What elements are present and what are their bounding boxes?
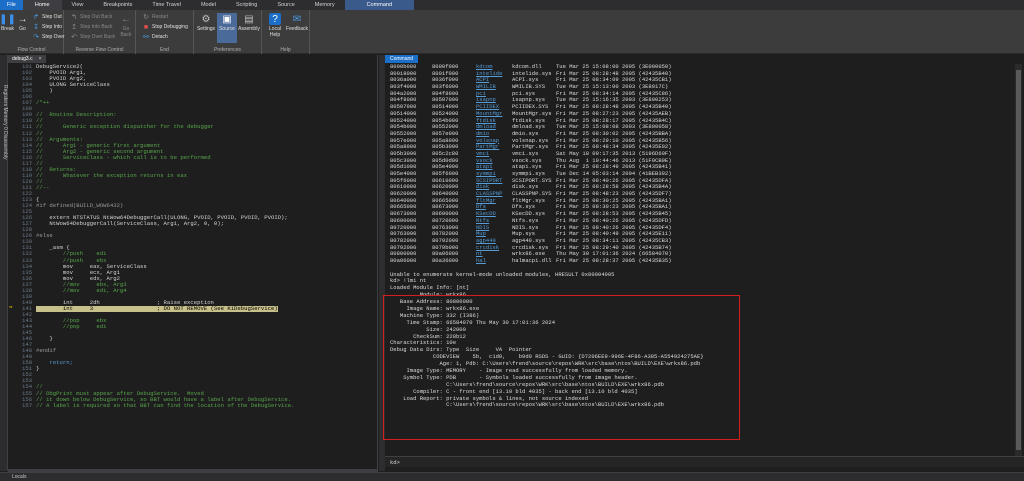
current-instruction-arrow-icon: ➡	[9, 303, 13, 311]
detach-icon: ⚯	[143, 34, 149, 41]
source-button[interactable]: ▣ Source	[217, 13, 237, 43]
close-icon[interactable]: ×	[39, 56, 42, 62]
tab-memory[interactable]: Memory	[305, 0, 345, 10]
source-tab-label: debug3.c	[12, 56, 33, 62]
stop-debugging-button[interactable]: ■ Stop Debugging	[142, 23, 188, 32]
step-into-back-button[interactable]: ↥ Step Into Back	[70, 23, 112, 32]
source-code-text: // A label is required so that BBT can f…	[36, 401, 295, 409]
group-end: ↻ Restart ■ Stop Debugging ⚯ Detach End	[136, 10, 194, 54]
reverse-flow-label: Reverse Flow Control	[75, 47, 124, 53]
ribbon: ❚❚ Break → Go ↱ Step Out ↧ Step Into ↷ Step…	[0, 10, 1024, 54]
tab-home[interactable]: Home	[22, 0, 62, 10]
module-image: halmacpi.dll	[512, 256, 552, 264]
command-output-line: Unable to enumerate kernel-mode unloaded…	[390, 270, 615, 278]
go-arrow-icon: →	[17, 13, 28, 25]
step-over-back-button[interactable]: ↶ Step Over Back	[70, 33, 115, 42]
help-icon: ?	[269, 13, 281, 25]
local-help-button[interactable]: ? Local Help	[265, 13, 285, 38]
assembly-button[interactable]: ▤ Assembly	[238, 13, 260, 33]
source-line[interactable]: 157// A label is required so that BBT ca…	[8, 401, 378, 409]
command-prompt: kd>	[390, 459, 400, 466]
step-out-icon: ↱	[33, 14, 39, 21]
scrollbar-thumb[interactable]	[1016, 70, 1021, 450]
tab-source[interactable]: Source	[267, 0, 304, 10]
command-output-line: Loaded Module Info: [nt]	[390, 284, 470, 292]
tab-breakpoints[interactable]: Breakpoints	[93, 0, 142, 10]
group-flow-control: ❚❚ Break → Go ↱ Step Out ↧ Step Into ↷ Step…	[0, 10, 65, 54]
step-out-back-button[interactable]: ↰ Step Out Back	[70, 13, 112, 22]
source-code-view[interactable]: 101 DebugService2(102 PVOID Arg1, 103 PVOI…	[8, 64, 378, 469]
feedback-button[interactable]: ✉ Feedback	[286, 13, 308, 33]
source-document-tab[interactable]: debug3.c ×	[8, 55, 46, 63]
step-into-icon: ↧	[33, 24, 39, 31]
step-into-back-icon: ↥	[71, 24, 77, 31]
command-input[interactable]: kd>	[385, 456, 1024, 467]
step-into-button[interactable]: ↧ Step Into	[32, 23, 62, 32]
pause-icon: ❚❚	[0, 13, 16, 25]
step-out-back-icon: ↰	[71, 14, 77, 21]
tab-command[interactable]: Command	[344, 0, 415, 10]
left-tool-strip: Registers Memory 0 Disassembly	[0, 55, 8, 471]
command-tab[interactable]: Command	[385, 55, 419, 63]
step-over-icon: ↷	[33, 34, 39, 41]
module-list: 8000b000 8000f000 kdcom kdcom.dll Tue Mar 25…	[390, 64, 1010, 265]
group-preferences: ⚙ Settings ▣ Source ▤ Assembly Preferenc…	[194, 10, 262, 54]
tab-scripting[interactable]: Scripting	[226, 0, 267, 10]
help-label: Help	[280, 47, 291, 53]
group-help: ? Local Help ✉ Feedback Help	[262, 10, 310, 54]
go-back-icon: ←	[121, 13, 131, 25]
highlight-box	[383, 295, 740, 440]
go-back-button[interactable]: ← Go Back	[119, 13, 133, 39]
step-over-button[interactable]: ↷ Step Over	[32, 33, 64, 42]
module-end: 80a36000	[432, 256, 459, 264]
ribbon-tab-bar: File Home View Breakpoints Time Travel M…	[0, 0, 1024, 10]
stop-icon: ■	[143, 24, 149, 31]
module-row: 80a06000 80a36000 hal halmacpi.dll Fri Mar 2…	[390, 256, 1010, 265]
source-pane: debug3.c × 101 DebugService2(102 PVOID Arg…	[8, 55, 378, 471]
restart-icon: ↻	[143, 14, 149, 21]
command-output-line: kd> !lmi nt	[390, 277, 427, 285]
settings-button[interactable]: ⚙ Settings	[196, 13, 216, 33]
break-button[interactable]: ❚❚ Break	[0, 13, 16, 33]
module-timestamp: Fri Mar 25 08:28:37 2005 (42435B35)	[556, 256, 672, 264]
module-name-link[interactable]: hal	[476, 257, 486, 265]
tab-file[interactable]: File	[0, 0, 23, 10]
flow-control-label: Flow Control	[17, 47, 46, 53]
status-bar: Locals	[0, 472, 1024, 481]
assembly-icon: ▤	[244, 13, 254, 25]
gear-icon: ⚙	[201, 13, 211, 25]
go-button[interactable]: → Go	[15, 13, 30, 33]
tab-time-travel[interactable]: Time Travel	[142, 0, 191, 10]
source-icon: ▣	[222, 13, 232, 25]
detach-button[interactable]: ⚯ Detach	[142, 33, 168, 42]
step-over-back-icon: ↶	[71, 34, 77, 41]
locals-tab[interactable]: Locals	[12, 474, 26, 480]
preferences-label: Preferences	[214, 47, 241, 53]
restart-button[interactable]: ↻ Restart	[142, 13, 168, 22]
command-vertical-scrollbar[interactable]	[1015, 64, 1022, 456]
feedback-icon: ✉	[292, 13, 302, 25]
module-row: 80792000 8079b000 crcdisk crcdisk.sys Fri Ma…	[390, 244, 1010, 252]
line-number: 157	[22, 401, 33, 409]
tab-model[interactable]: Model	[191, 0, 226, 10]
tab-view[interactable]: View	[62, 0, 94, 10]
group-reverse-flow: ↰ Step Out Back ↥ Step Into Back ↶ Step Ove…	[64, 10, 136, 54]
module-start: 80a06000	[390, 256, 417, 264]
end-label: End	[160, 47, 169, 53]
step-out-button[interactable]: ↱ Step Out	[32, 13, 62, 22]
